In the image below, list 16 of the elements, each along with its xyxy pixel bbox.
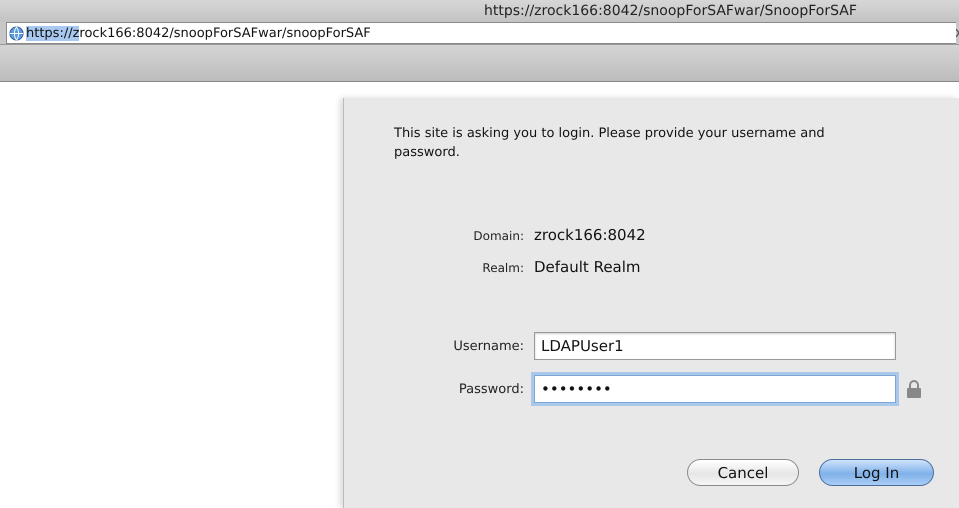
window-title: https://zrock166:8042/snoopForSAFwar/SnoopForSAF	[484, 3, 857, 19]
info-value: Default Realm	[534, 258, 642, 276]
login-button[interactable]: Log In	[819, 459, 934, 486]
field-label: Username:	[453, 338, 524, 354]
dialog-message: This site is asking you to login. Please provide your username and password.	[394, 125, 826, 162]
globe-icon	[9, 26, 24, 40]
lock-icon	[906, 380, 922, 398]
info-value: zrock166:8042	[534, 226, 647, 244]
address-field[interactable]: https://zrock166:8042/snoopForSAFwar/snoopForSAF	[6, 22, 956, 44]
username-field[interactable]: LDAPUser1	[534, 332, 896, 360]
close-icon[interactable]	[956, 28, 959, 38]
cancel-button[interactable]: Cancel	[687, 459, 799, 486]
field-label: Password:	[458, 382, 524, 396]
info-label: Realm:	[482, 261, 524, 275]
info-label: Domain:	[473, 229, 524, 243]
password-field[interactable]: ••••••••	[534, 375, 896, 403]
